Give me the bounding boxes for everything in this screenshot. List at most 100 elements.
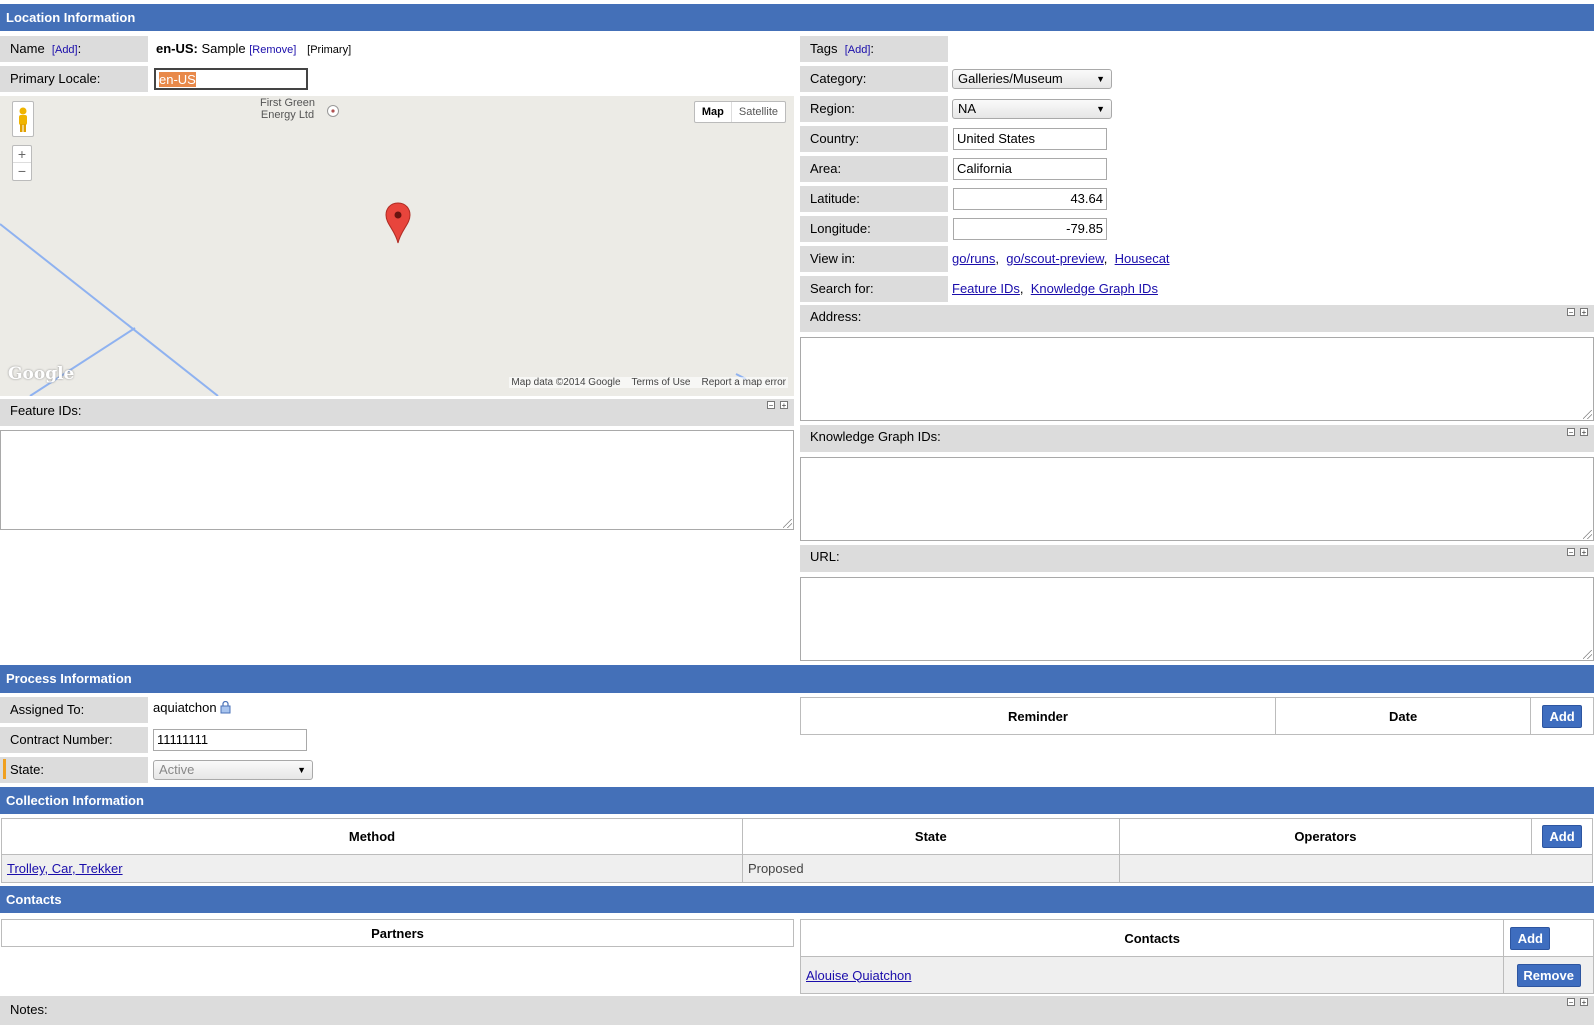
country-input[interactable]: United States bbox=[953, 128, 1107, 150]
google-logo: Google bbox=[8, 364, 75, 384]
zoom-out-button[interactable]: − bbox=[13, 163, 31, 179]
kg-ids-label: Knowledge Graph IDs: bbox=[810, 429, 941, 444]
view-in-label: View in: bbox=[800, 246, 948, 272]
resize-grip-icon[interactable] bbox=[783, 519, 792, 528]
method-header: Method bbox=[1, 818, 743, 855]
resize-grip-icon[interactable] bbox=[1583, 650, 1592, 659]
state-label: State: bbox=[0, 757, 148, 783]
resize-grip-icon[interactable] bbox=[1583, 410, 1592, 419]
map-roads bbox=[0, 105, 747, 396]
contact-name-link[interactable]: Alouise Quiatchon bbox=[806, 968, 912, 983]
method-link[interactable]: Trolley, Car, Trekker bbox=[7, 861, 123, 876]
go-runs-link[interactable]: go/runs bbox=[952, 251, 995, 266]
notes-header: Notes: bbox=[0, 996, 1594, 1025]
reminder-header: Reminder bbox=[800, 697, 1276, 735]
collection-table: Method State Operators Add Trolley, Car,… bbox=[1, 818, 1594, 883]
terms-link[interactable]: Terms of Use bbox=[631, 377, 690, 388]
search-for-label: Search for: bbox=[800, 276, 948, 302]
area-label: Area: bbox=[800, 156, 948, 182]
locale-value: Sample bbox=[201, 41, 246, 56]
view-in-links: go/runs, go/scout-preview, Housecat bbox=[952, 251, 1170, 266]
map-data-text: Map data ©2014 Google bbox=[511, 377, 621, 388]
partners-header: Partners bbox=[1, 919, 794, 947]
dropdown-arrow-icon: ▼ bbox=[297, 765, 306, 775]
name-add-link[interactable]: [Add] bbox=[52, 44, 78, 56]
collapse-icon[interactable]: − bbox=[767, 401, 775, 410]
reminder-add-cell: Add bbox=[1530, 697, 1594, 735]
state-select[interactable]: Active ▼ bbox=[153, 760, 313, 780]
housecat-link[interactable]: Housecat bbox=[1115, 251, 1170, 266]
category-select[interactable]: Galleries/Museum ▼ bbox=[952, 69, 1112, 89]
collection-add-cell: Add bbox=[1531, 818, 1593, 855]
kg-ids-textarea[interactable] bbox=[800, 457, 1594, 541]
assigned-to-value-cell: aquiatchon bbox=[153, 697, 231, 723]
country-label: Country: bbox=[800, 126, 948, 152]
feature-ids-textarea[interactable] bbox=[0, 430, 794, 530]
area-input[interactable]: California bbox=[953, 158, 1107, 180]
name-label-cell: Name [Add]: bbox=[0, 36, 148, 62]
feature-ids-label: Feature IDs: bbox=[10, 403, 82, 418]
state-value: Active bbox=[159, 762, 195, 777]
url-textarea[interactable] bbox=[800, 577, 1594, 661]
expand-icon[interactable]: + bbox=[1580, 308, 1588, 317]
map-type-map-button[interactable]: Map bbox=[695, 102, 732, 122]
collection-add-button[interactable]: Add bbox=[1542, 825, 1583, 848]
contacts-add-cell: Add bbox=[1503, 919, 1594, 957]
pegman-icon[interactable] bbox=[12, 101, 34, 137]
kg-ids-header: Knowledge Graph IDs: bbox=[800, 425, 1594, 452]
url-header: URL: bbox=[800, 545, 1594, 572]
latitude-label: Latitude: bbox=[800, 186, 948, 212]
expand-icon[interactable]: + bbox=[1580, 998, 1588, 1007]
report-error-link[interactable]: Report a map error bbox=[702, 377, 786, 388]
feature-ids-link[interactable]: Feature IDs bbox=[952, 281, 1020, 296]
kg-ids-link[interactable]: Knowledge Graph IDs bbox=[1031, 281, 1158, 296]
process-section-header: Process Information bbox=[0, 665, 1594, 693]
assigned-to-label: Assigned To: bbox=[0, 697, 148, 723]
reminder-add-button[interactable]: Add bbox=[1542, 704, 1583, 728]
tags-add-link[interactable]: [Add] bbox=[845, 44, 871, 56]
expand-icon[interactable]: + bbox=[1580, 428, 1588, 437]
locale-remove-link[interactable]: [Remove] bbox=[249, 44, 296, 56]
latitude-input[interactable]: 43.64 bbox=[953, 188, 1107, 210]
address-textarea[interactable] bbox=[800, 337, 1594, 421]
date-header: Date bbox=[1274, 697, 1532, 735]
region-value: NA bbox=[958, 101, 977, 116]
contract-number-input[interactable]: 11111111 bbox=[153, 729, 307, 751]
expand-icon[interactable]: + bbox=[780, 401, 788, 410]
resize-grip-icon[interactable] bbox=[1583, 530, 1592, 539]
scout-preview-link[interactable]: go/scout-preview bbox=[1006, 251, 1104, 266]
locale-code: en-US: bbox=[156, 41, 198, 56]
lock-icon bbox=[220, 700, 231, 714]
locale-entry: en-US: Sample [Remove] [Primary] bbox=[156, 36, 351, 62]
partners-table: Partners bbox=[1, 919, 794, 947]
dropdown-arrow-icon: ▼ bbox=[1096, 104, 1105, 114]
collection-section-header: Collection Information bbox=[0, 787, 1594, 814]
name-label: Name bbox=[10, 41, 45, 56]
longitude-label: Longitude: bbox=[800, 216, 948, 242]
collapse-icon[interactable]: − bbox=[1567, 998, 1575, 1007]
map-marker-icon[interactable] bbox=[385, 202, 411, 244]
contact-remove-button[interactable]: Remove bbox=[1516, 963, 1581, 987]
reminder-table: Reminder Date Add bbox=[800, 697, 1594, 735]
collection-state-cell: Proposed bbox=[741, 854, 1120, 883]
longitude-input[interactable]: -79.85 bbox=[953, 218, 1107, 240]
search-for-links: Feature IDs, Knowledge Graph IDs bbox=[952, 281, 1158, 296]
collapse-icon[interactable]: − bbox=[1567, 548, 1575, 557]
operators-header: Operators bbox=[1118, 818, 1533, 855]
map-view[interactable]: First Green Energy Ltd + − Map Satellite … bbox=[0, 96, 794, 396]
feature-ids-header: Feature IDs: bbox=[0, 399, 794, 426]
state-marker bbox=[3, 759, 6, 779]
contacts-add-button[interactable]: Add bbox=[1510, 926, 1551, 950]
category-label: Category: bbox=[800, 66, 948, 92]
primary-locale-label: Primary Locale: bbox=[10, 71, 101, 86]
primary-locale-input[interactable]: en-US bbox=[154, 68, 308, 90]
zoom-in-button[interactable]: + bbox=[13, 146, 31, 163]
collapse-icon[interactable]: − bbox=[1567, 308, 1575, 317]
map-type-satellite-button[interactable]: Satellite bbox=[732, 102, 785, 122]
contacts-header: Contacts bbox=[799, 919, 1505, 957]
map-poi-label: First Green Energy Ltd bbox=[260, 97, 316, 121]
collapse-icon[interactable]: − bbox=[1567, 428, 1575, 437]
region-select[interactable]: NA ▼ bbox=[952, 99, 1112, 119]
expand-icon[interactable]: + bbox=[1580, 548, 1588, 557]
contacts-table: Contacts Add Alouise Quiatchon Remove bbox=[799, 919, 1594, 994]
